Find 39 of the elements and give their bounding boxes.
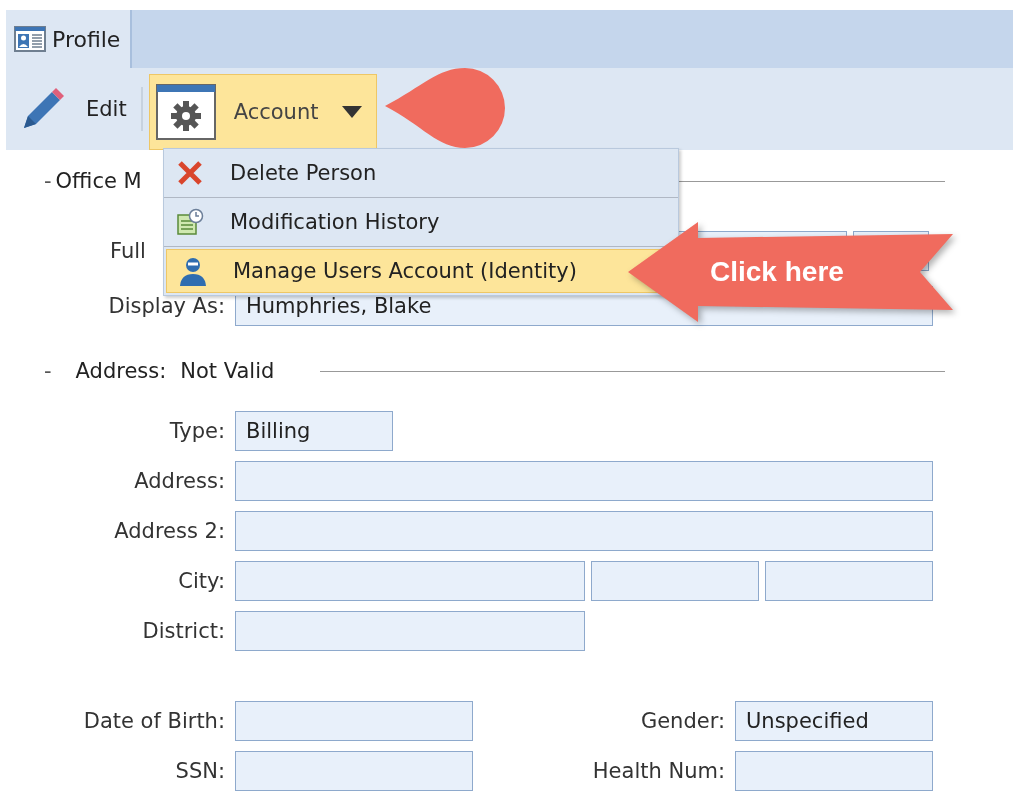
field-label: Display As: — [107, 294, 225, 318]
field-label: Full — [109, 239, 147, 263]
text-field[interactable] — [235, 701, 473, 741]
menu-item[interactable]: Delete Person — [164, 149, 678, 198]
edit-button[interactable]: Edit — [6, 74, 141, 144]
text-field[interactable] — [765, 561, 933, 601]
field-label: Type: — [168, 419, 225, 443]
menu-item[interactable]: Modification History — [164, 198, 678, 247]
section-title: Address: — [75, 359, 167, 383]
profile-tab[interactable]: Profile — [6, 10, 133, 68]
field-label: Date of Birth: — [82, 709, 225, 733]
address-status: Not Valid — [180, 359, 275, 383]
account-dropdown[interactable]: Account — [148, 74, 378, 150]
text-field[interactable] — [235, 561, 585, 601]
gear-window-icon — [155, 84, 216, 140]
collapse-toggle[interactable]: - — [44, 359, 52, 383]
id-card-icon — [14, 26, 46, 52]
text-field[interactable] — [235, 611, 585, 651]
section-title: Office M — [55, 169, 142, 193]
text-field[interactable] — [235, 461, 933, 501]
text-field[interactable] — [591, 561, 759, 601]
text-field[interactable] — [235, 511, 933, 551]
close-icon — [177, 160, 203, 186]
document-clock-icon — [176, 208, 204, 236]
collapse-toggle[interactable]: - — [44, 169, 52, 193]
field-label: District: — [141, 619, 225, 643]
text-field[interactable]: Billing — [235, 411, 393, 451]
field-label: Address: — [133, 469, 225, 493]
user-icon — [179, 256, 207, 286]
text-field[interactable]: Unspecified — [735, 701, 933, 741]
field-label: Gender: — [639, 709, 725, 733]
field-label: Health Num: — [591, 759, 725, 783]
text-field[interactable] — [735, 751, 933, 791]
field-label: Address 2: — [113, 519, 225, 543]
field-label: City: — [177, 569, 225, 593]
callout-text: Click here — [710, 256, 844, 288]
field-label: SSN: — [174, 759, 225, 783]
caret-icon — [342, 106, 363, 118]
text-field[interactable] — [235, 751, 473, 791]
